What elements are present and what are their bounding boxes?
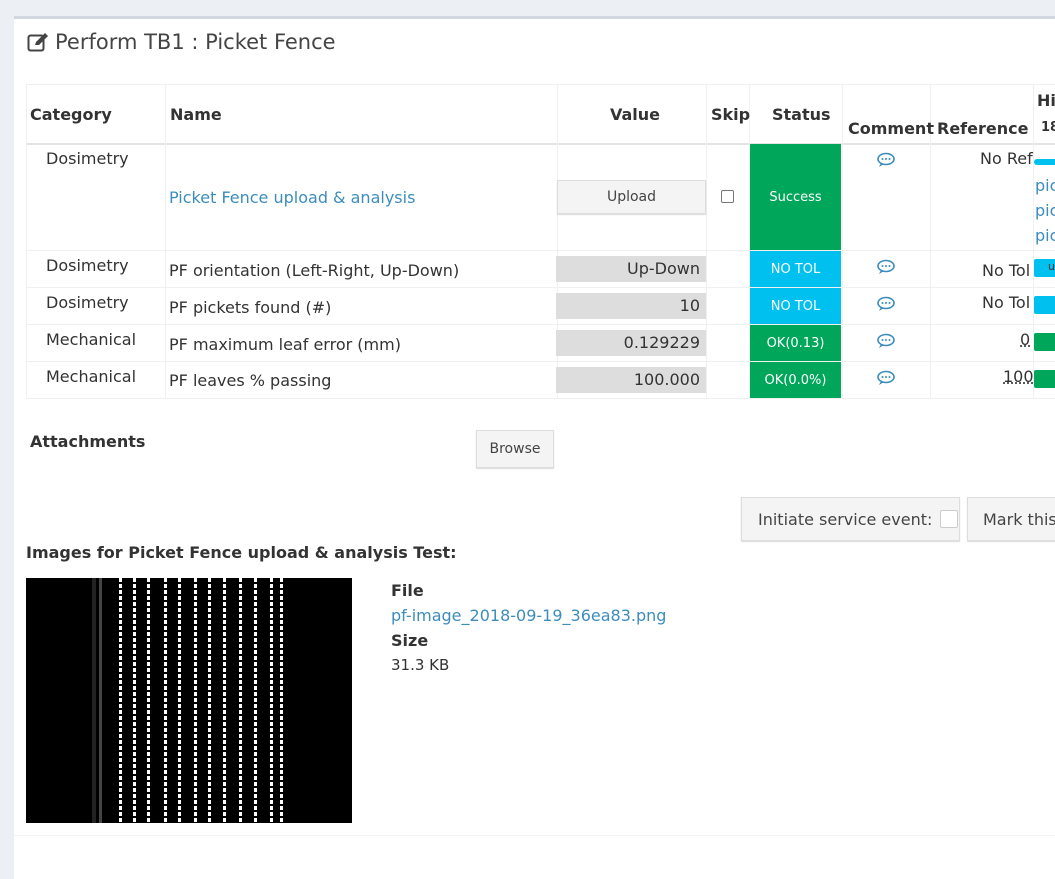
header-category[interactable]: Category: [30, 105, 112, 124]
row-border: [26, 250, 1055, 251]
browse-button[interactable]: Browse: [476, 430, 554, 468]
row2-reference: No Tol: [982, 261, 1030, 280]
comment-icon[interactable]: [876, 370, 896, 386]
row5-reference: 100: [1003, 367, 1034, 386]
row1-history-bar: [1034, 159, 1055, 165]
row2-category: Dosimetry: [46, 256, 129, 275]
row4-name: PF maximum leaf error (mm): [169, 335, 401, 354]
initiate-service-event-label: Initiate service event:: [758, 510, 932, 529]
row1-reference: No Ref: [980, 149, 1033, 168]
row2-status: NO TOL: [750, 251, 841, 287]
col-border: [706, 84, 707, 399]
col-border: [165, 84, 166, 399]
col-border: [26, 84, 27, 399]
row3-status: NO TOL: [750, 288, 841, 324]
comment-icon[interactable]: [876, 152, 896, 168]
row-border: [26, 324, 1055, 325]
upload-button[interactable]: Upload: [557, 180, 706, 214]
skip-checkbox[interactable]: [721, 190, 734, 203]
row2-value-input[interactable]: Up-Down: [556, 256, 706, 282]
attachments-label: Attachments: [30, 432, 145, 451]
row5-history-bar: [1034, 370, 1055, 388]
comment-icon[interactable]: [876, 333, 896, 349]
edit-icon: [27, 32, 49, 52]
row5-name: PF leaves % passing: [169, 371, 331, 390]
row3-reference: No Tol: [982, 293, 1030, 312]
row1-name-link[interactable]: Picket Fence upload & analysis: [169, 188, 415, 207]
row1-category: Dosimetry: [46, 149, 129, 168]
comment-icon[interactable]: [876, 296, 896, 312]
header-reference[interactable]: Reference: [937, 119, 1028, 138]
row1-status: Success: [750, 144, 841, 250]
mark-button-label: Mark this: [983, 510, 1055, 529]
table-bottom-border: [26, 398, 1055, 399]
row3-value-input[interactable]: 10: [556, 293, 706, 319]
row2-name: PF orientation (Left-Right, Up-Down): [169, 261, 459, 280]
table-header-border: [26, 143, 1055, 145]
row4-category: Mechanical: [46, 330, 136, 349]
page-title-text: Perform TB1 : Picket Fence: [55, 30, 336, 54]
row5-status: OK(0.0%): [750, 362, 841, 398]
header-value[interactable]: Value: [610, 105, 660, 124]
header-status[interactable]: Status: [772, 105, 831, 124]
row3-category: Dosimetry: [46, 293, 129, 312]
mark-button[interactable]: Mark this: [967, 497, 1055, 541]
history-link[interactable]: pic: [1035, 201, 1055, 220]
file-link[interactable]: pf-image_2018-09-19_36ea83.png: [391, 606, 666, 625]
images-heading: Images for Picket Fence upload & analysi…: [26, 543, 457, 562]
row2-history-value: u: [1048, 260, 1055, 273]
header-name[interactable]: Name: [170, 105, 222, 124]
col-border: [1033, 84, 1034, 399]
footer-border: [14, 835, 1055, 836]
file-label: File: [391, 581, 424, 600]
row5-value-input[interactable]: 100.000: [556, 367, 706, 393]
header-comment[interactable]: Comment: [848, 119, 934, 138]
header-history-date: 18: [1041, 120, 1055, 135]
size-label: Size: [391, 631, 428, 650]
row4-status: OK(0.13): [750, 325, 841, 361]
service-event-checkbox[interactable]: [940, 510, 958, 528]
initiate-service-event-button[interactable]: Initiate service event:: [741, 497, 960, 541]
picket-fence-image-graphic: [26, 578, 352, 823]
picket-fence-image[interactable]: [26, 578, 352, 823]
history-link[interactable]: pic: [1035, 176, 1055, 195]
header-skip[interactable]: Skip: [711, 105, 750, 124]
row2-history-bar: u: [1034, 259, 1055, 277]
size-value: 31.3 KB: [391, 656, 449, 674]
header-history[interactable]: His: [1037, 91, 1055, 110]
history-link[interactable]: pic: [1035, 226, 1055, 245]
row-border: [26, 361, 1055, 362]
row4-reference: 0: [1020, 330, 1030, 349]
col-border: [842, 84, 843, 399]
row4-value-input[interactable]: 0.129229: [556, 330, 706, 356]
row3-name: PF pickets found (#): [169, 298, 331, 317]
row3-history-bar: [1034, 296, 1055, 314]
row-border: [26, 287, 1055, 288]
comment-icon[interactable]: [876, 259, 896, 275]
row4-history-bar: [1034, 333, 1055, 351]
table-top-border: [26, 84, 1055, 85]
page-title: Perform TB1 : Picket Fence: [27, 30, 336, 54]
row5-category: Mechanical: [46, 367, 136, 386]
